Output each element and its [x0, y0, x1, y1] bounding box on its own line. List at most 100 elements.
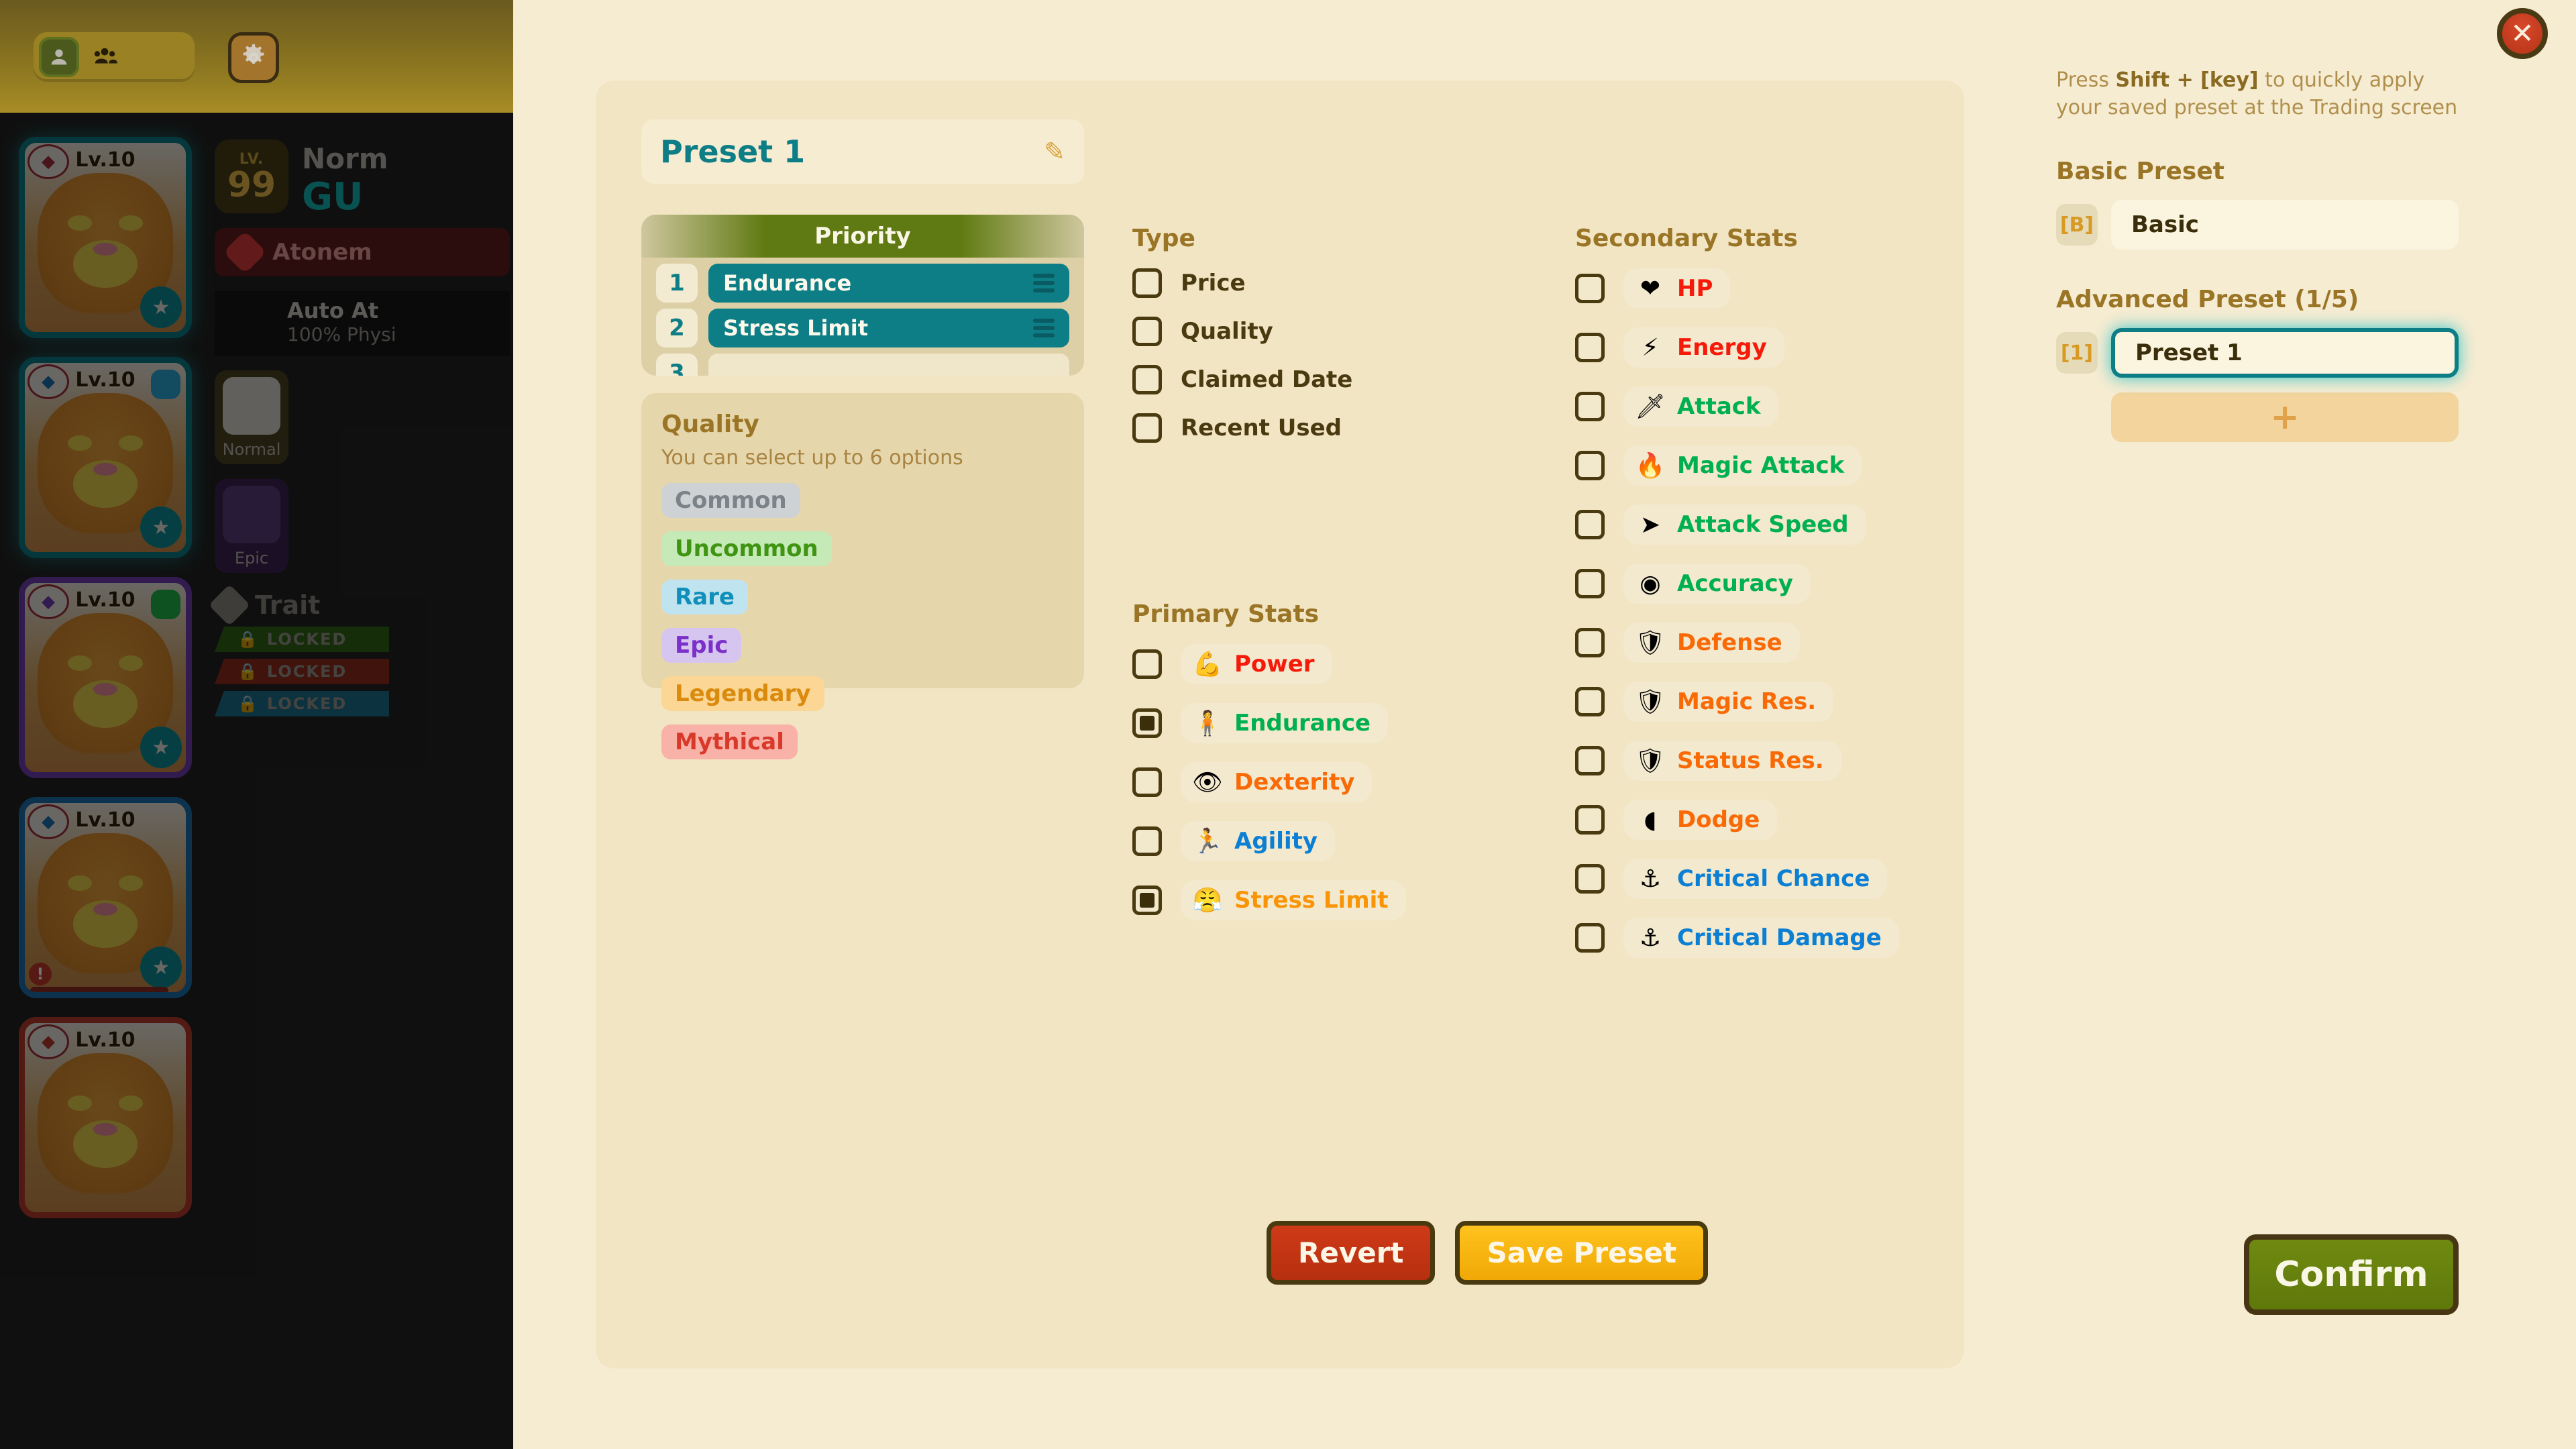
- priority-slot[interactable]: Endurance: [708, 264, 1069, 303]
- checkbox[interactable]: [1575, 628, 1605, 657]
- advanced-preset-key: [1]: [2056, 332, 2098, 374]
- quality-tag[interactable]: Epic: [661, 628, 742, 663]
- primary-stat-pill[interactable]: 🧍 Endurance: [1181, 703, 1389, 743]
- person-stand-icon: 🧍: [1192, 710, 1223, 737]
- secondary-stat-row[interactable]: ⚡ Energy: [1575, 327, 1951, 368]
- checkbox[interactable]: [1575, 451, 1605, 480]
- type-checkbox-row[interactable]: Quality: [1132, 317, 1401, 346]
- secondary-stat-pill[interactable]: 🛡 Magic Res.: [1623, 682, 1834, 722]
- primary-stat-pill[interactable]: 🏃 Agility: [1181, 821, 1336, 861]
- shield-bolt-icon: 🛡: [1635, 747, 1666, 775]
- secondary-stat-label: Defense: [1677, 629, 1782, 656]
- checkbox[interactable]: [1575, 274, 1605, 303]
- secondary-stat-pill[interactable]: ⚓ Critical Chance: [1623, 859, 1888, 899]
- primary-stat-label: Stress Limit: [1234, 887, 1389, 914]
- secondary-stat-row[interactable]: ◖ Dodge: [1575, 800, 1951, 840]
- basic-preset-slot[interactable]: Basic: [2111, 200, 2459, 250]
- secondary-stat-pill[interactable]: 🔥 Magic Attack: [1623, 445, 1862, 486]
- confirm-button[interactable]: Confirm: [2244, 1234, 2459, 1315]
- secondary-stat-row[interactable]: ❤ HP: [1575, 268, 1951, 309]
- secondary-stat-label: Dodge: [1677, 806, 1760, 833]
- secondary-stat-row[interactable]: 🛡 Status Res.: [1575, 741, 1951, 781]
- drag-handle-icon[interactable]: [1033, 274, 1055, 292]
- secondary-stat-label: Critical Chance: [1677, 865, 1870, 892]
- secondary-stat-pill[interactable]: 🛡 Defense: [1623, 623, 1800, 663]
- primary-stat-row[interactable]: 👁 Dexterity: [1132, 762, 1428, 802]
- primary-stat-row[interactable]: 💪 Power: [1132, 644, 1428, 684]
- secondary-stat-row[interactable]: 🗡 Attack: [1575, 386, 1951, 427]
- primary-stat-row[interactable]: 🧍 Endurance: [1132, 703, 1428, 743]
- primary-stat-row[interactable]: 🏃 Agility: [1132, 821, 1428, 861]
- speed-sword-icon: ➤: [1640, 511, 1661, 539]
- checkbox[interactable]: [1132, 413, 1162, 443]
- advanced-preset-slot-1[interactable]: Preset 1: [2111, 328, 2459, 378]
- primary-stats-list: 💪 Power 🧍 Endurance 👁 Dexterity 🏃 Agility 😤 Stres…: [1132, 644, 1428, 920]
- primary-stat-pill[interactable]: 💪 Power: [1181, 644, 1332, 684]
- checkbox[interactable]: [1575, 510, 1605, 539]
- checkbox[interactable]: [1132, 885, 1162, 915]
- quality-panel: Quality You can select up to 6 options C…: [641, 393, 1084, 759]
- checkbox[interactable]: [1575, 687, 1605, 716]
- drag-handle-icon[interactable]: [1033, 319, 1055, 337]
- quality-tag[interactable]: Mythical: [661, 724, 798, 759]
- checkbox[interactable]: [1575, 805, 1605, 835]
- primary-stat-pill[interactable]: 👁 Dexterity: [1181, 762, 1373, 802]
- secondary-stat-pill[interactable]: 🛡 Status Res.: [1623, 741, 1841, 781]
- secondary-stat-pill[interactable]: 🗡 Attack: [1623, 386, 1778, 427]
- quality-tag[interactable]: Rare: [661, 580, 748, 614]
- checkbox[interactable]: [1132, 767, 1162, 797]
- checkbox[interactable]: [1132, 317, 1162, 346]
- quality-tag[interactable]: Uncommon: [661, 531, 832, 566]
- priority-rank: 2: [656, 309, 698, 347]
- secondary-stat-row[interactable]: ➤ Attack Speed: [1575, 504, 1951, 545]
- secondary-stat-row[interactable]: 🔥 Magic Attack: [1575, 445, 1951, 486]
- type-checkbox-row[interactable]: Claimed Date: [1132, 365, 1401, 394]
- secondary-stat-pill[interactable]: ❤ HP: [1623, 268, 1731, 309]
- priority-slot-empty[interactable]: [708, 354, 1069, 376]
- add-preset-button[interactable]: +: [2111, 392, 2459, 442]
- secondary-stat-row[interactable]: ◉ Accuracy: [1575, 564, 1951, 604]
- quality-tag[interactable]: Common: [661, 483, 800, 518]
- primary-stats-section: Primary Stats 💪 Power 🧍 Endurance 👁 Dexterity…: [1132, 600, 1428, 939]
- checkbox[interactable]: [1575, 392, 1605, 421]
- type-title: Type: [1132, 225, 1195, 252]
- checkbox[interactable]: [1575, 923, 1605, 953]
- checkbox[interactable]: [1132, 268, 1162, 298]
- save-preset-button[interactable]: Save Preset: [1455, 1221, 1709, 1285]
- profile-icon[interactable]: [39, 37, 79, 77]
- checkbox[interactable]: [1575, 864, 1605, 894]
- checkbox[interactable]: [1132, 826, 1162, 856]
- secondary-stat-label: HP: [1677, 275, 1713, 302]
- secondary-stat-pill[interactable]: ⚓ Critical Damage: [1623, 918, 1899, 958]
- type-checkbox-row[interactable]: Recent Used: [1132, 413, 1401, 443]
- secondary-stat-pill[interactable]: ◉ Accuracy: [1623, 564, 1811, 604]
- secondary-stat-row[interactable]: ⚓ Critical Chance: [1575, 859, 1951, 899]
- primary-stat-row[interactable]: 😤 Stress Limit: [1132, 880, 1428, 920]
- preset-name-field[interactable]: Preset 1 ✎: [641, 119, 1084, 184]
- pencil-icon[interactable]: ✎: [1044, 137, 1065, 166]
- secondary-stats-list: ❤ HP ⚡ Energy 🗡 Attack 🔥 Magic Attack ➤ Attack Sp…: [1575, 268, 1951, 958]
- checkbox[interactable]: [1132, 649, 1162, 679]
- secondary-stat-pill[interactable]: ➤ Attack Speed: [1623, 504, 1866, 545]
- secondary-stat-row[interactable]: 🛡 Defense: [1575, 623, 1951, 663]
- gear-icon[interactable]: [228, 32, 279, 83]
- type-checkbox-row[interactable]: Price: [1132, 268, 1401, 298]
- secondary-stat-pill[interactable]: ⚡ Energy: [1623, 327, 1784, 368]
- checkbox[interactable]: [1575, 333, 1605, 362]
- quality-tag[interactable]: Legendary: [661, 676, 824, 711]
- secondary-stat-row[interactable]: 🛡 Magic Res.: [1575, 682, 1951, 722]
- target-icon: ◉: [1640, 570, 1661, 598]
- checkbox[interactable]: [1575, 569, 1605, 598]
- preset-sidebar: Press Shift + [key] to quickly apply you…: [2056, 67, 2459, 442]
- checkbox[interactable]: [1132, 708, 1162, 738]
- checkbox[interactable]: [1132, 365, 1162, 394]
- secondary-stat-pill[interactable]: ◖ Dodge: [1623, 800, 1778, 840]
- priority-slot[interactable]: Stress Limit: [708, 309, 1069, 347]
- revert-button[interactable]: Revert: [1267, 1221, 1436, 1285]
- group-icon[interactable]: [85, 37, 125, 77]
- close-icon[interactable]: ✕: [2497, 8, 2548, 59]
- checkbox[interactable]: [1575, 746, 1605, 775]
- crit-arrow-icon: ⚓: [1639, 865, 1662, 893]
- primary-stat-pill[interactable]: 😤 Stress Limit: [1181, 880, 1406, 920]
- secondary-stat-row[interactable]: ⚓ Critical Damage: [1575, 918, 1951, 958]
